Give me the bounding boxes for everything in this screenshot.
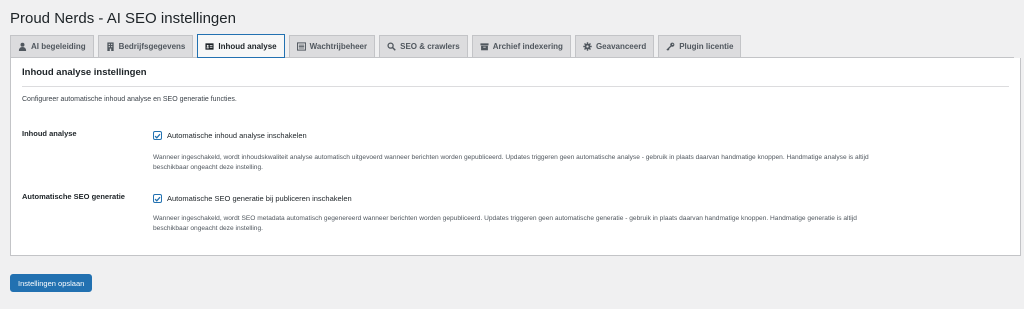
auto-seo-checkbox-label: Automatische SEO generatie bij publicere… [167, 194, 352, 203]
help-line: beschikbaar ongeacht deze instelling. [153, 225, 263, 232]
tab-label: Bedrijfsgegevens [118, 42, 186, 51]
tab-label: Plugin licentie [679, 42, 734, 51]
tab-label: AI begeleiding [31, 42, 86, 51]
panel-title: Inhoud analyse instellingen [22, 58, 1009, 87]
panel-description: Configureer automatische inhoud analyse … [22, 96, 237, 103]
setting-label-inhoud-analyse: Inhoud analyse [22, 129, 77, 138]
id-card-icon [205, 42, 214, 50]
tab-geavanceerd[interactable]: Geavanceerd [574, 35, 655, 57]
settings-panel: Inhoud analyse instellingen Configureer … [10, 58, 1021, 256]
content-analysis-help: Wanneer ingeschakeld, wordt inhoudskwali… [153, 153, 963, 173]
tab-label: SEO & crawlers [400, 42, 460, 51]
page-title: Proud Nerds - AI SEO instellingen [10, 10, 236, 27]
checkmark-icon [154, 133, 161, 139]
auto-seo-toggle[interactable]: Automatische SEO generatie bij publicere… [153, 194, 352, 203]
checkmark-icon [154, 196, 161, 202]
building-icon [107, 42, 114, 51]
tab-bedrijfsgegevens[interactable]: Bedrijfsgegevens [97, 35, 194, 57]
tab-archief-indexering[interactable]: Archief indexering [471, 35, 571, 57]
content-analysis-toggle[interactable]: Automatische inhoud analyse inschakelen [153, 131, 307, 140]
setting-label-auto-seo: Automatische SEO generatie [22, 192, 125, 201]
key-icon [666, 42, 675, 51]
tab-seo-crawlers[interactable]: SEO & crawlers [379, 35, 468, 57]
content-analysis-checkbox-label: Automatische inhoud analyse inschakelen [167, 131, 307, 140]
list-icon [296, 42, 306, 51]
help-line: Wanneer ingeschakeld, wordt SEO metadata… [153, 215, 857, 222]
archive-icon [480, 43, 489, 51]
tab-ai-begeleiding[interactable]: AI begeleiding [10, 35, 94, 57]
settings-tabs: AI begeleiding Bedrijfsgegevens Inhoud a… [10, 34, 1014, 58]
gear-icon [583, 42, 592, 51]
auto-seo-checkbox[interactable] [153, 194, 162, 203]
help-line: Wanneer ingeschakeld, wordt inhoudskwali… [153, 154, 869, 161]
auto-seo-help: Wanneer ingeschakeld, wordt SEO metadata… [153, 214, 963, 234]
help-line: beschikbaar ongeacht deze instelling. [153, 164, 263, 171]
tab-plugin-licentie[interactable]: Plugin licentie [658, 35, 742, 57]
tab-wachtrijbeheer[interactable]: Wachtrijbeheer [288, 35, 376, 57]
tab-inhoud-analyse[interactable]: Inhoud analyse [197, 34, 285, 58]
user-icon [18, 42, 27, 51]
content-analysis-checkbox[interactable] [153, 131, 162, 140]
tab-label: Geavanceerd [595, 42, 647, 51]
tab-label: Inhoud analyse [218, 41, 277, 51]
tab-label: Wachtrijbeheer [309, 42, 368, 51]
search-icon [387, 42, 396, 51]
tab-label: Archief indexering [492, 42, 563, 51]
save-settings-button[interactable]: Instellingen opslaan [10, 274, 93, 292]
